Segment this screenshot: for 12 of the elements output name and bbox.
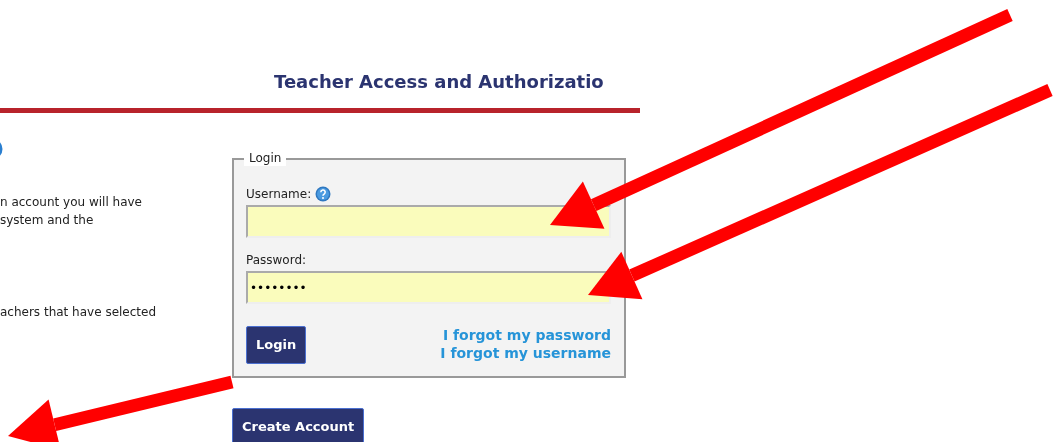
input-field[interactable] [246,205,611,238]
page-title: Teacher Access and Authorizatio [274,70,605,94]
field-label: Username: [246,186,312,202]
legend: Login [244,150,287,166]
intro-text: system and the [0,212,95,229]
field-label: Password: [246,252,307,268]
intro-text: n account you will have [0,194,143,211]
intro-text: achers that have selected [0,304,158,321]
create-account-button[interactable]: Create Account [232,408,365,442]
login-button[interactable]: Login [246,326,307,364]
input-field[interactable]: •••••••• [246,271,611,304]
help-icon[interactable] [315,186,332,202]
